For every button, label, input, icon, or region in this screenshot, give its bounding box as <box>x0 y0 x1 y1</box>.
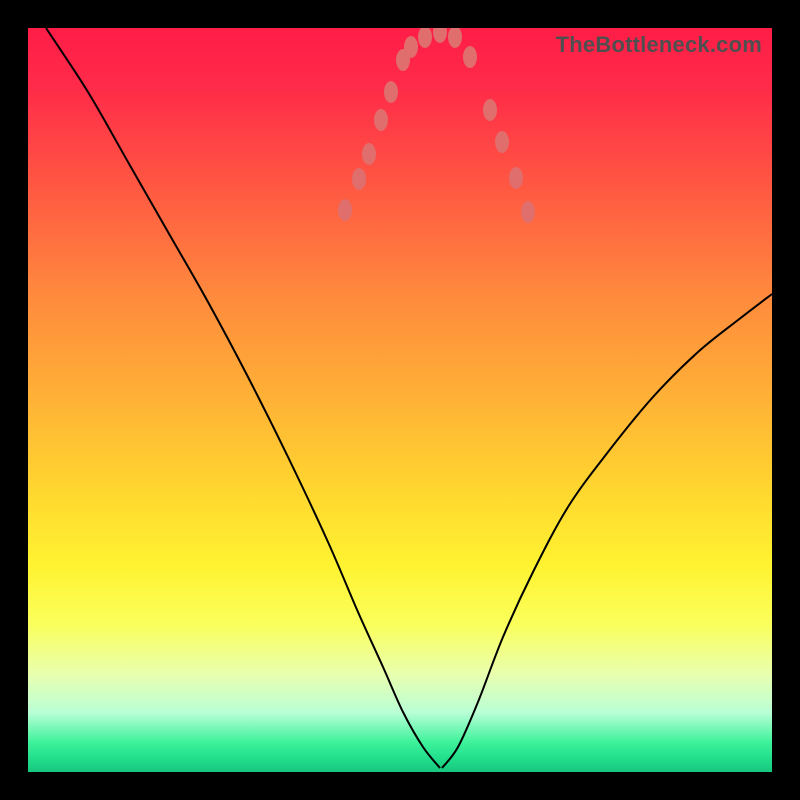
curve-marker <box>404 36 418 58</box>
curve-marker <box>362 143 376 165</box>
curve-marker <box>338 199 352 221</box>
curve-marker <box>521 201 535 223</box>
curve-marker <box>483 99 497 121</box>
curve-marker <box>433 28 447 43</box>
curve-marker <box>463 46 477 68</box>
chart-svg <box>28 28 772 772</box>
chart-plot-area: TheBottleneck.com <box>28 28 772 772</box>
curve-marker <box>418 28 432 48</box>
curve-marker <box>495 131 509 153</box>
curve-marker <box>509 167 523 189</box>
bottleneck-curve-right <box>442 294 772 768</box>
curve-marker <box>448 28 462 48</box>
curve-marker <box>352 168 366 190</box>
curve-marker <box>374 109 388 131</box>
curve-marker <box>384 81 398 103</box>
bottleneck-curve-left <box>46 28 440 768</box>
